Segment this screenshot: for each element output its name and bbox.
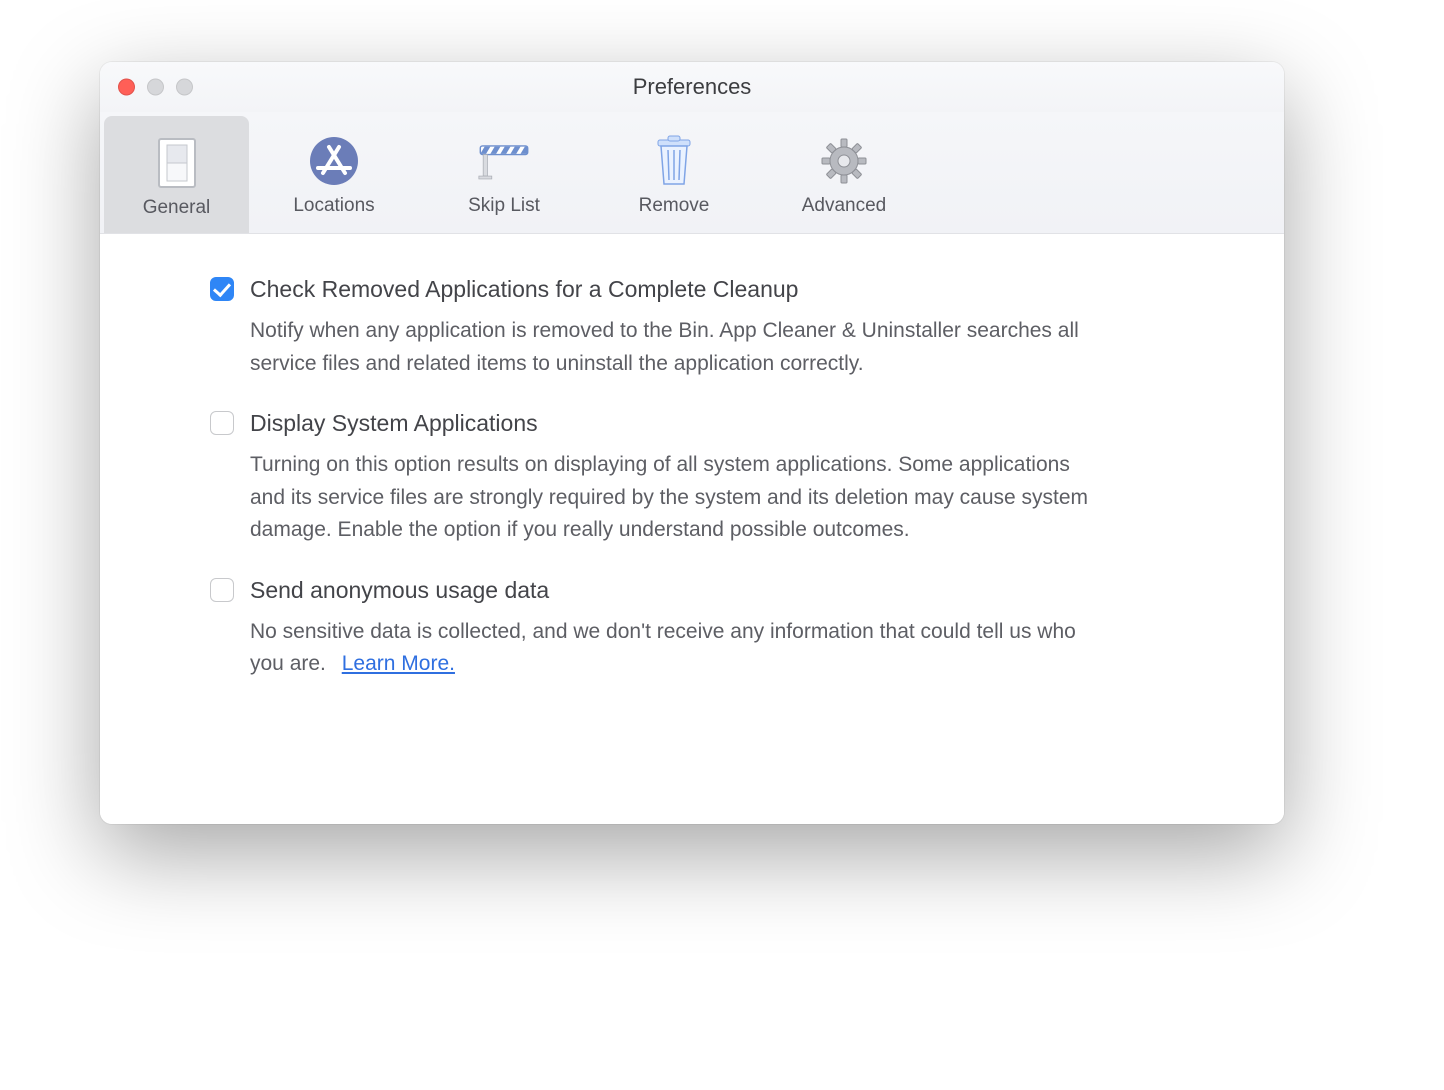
preferences-window: Preferences General	[100, 62, 1284, 824]
minimize-window-button[interactable]	[147, 79, 164, 96]
tab-label: Advanced	[802, 195, 887, 217]
option-description: Turning on this option results on displa…	[250, 449, 1100, 547]
tab-remove[interactable]: Remove	[589, 112, 759, 233]
tab-advanced[interactable]: Advanced	[759, 112, 929, 233]
window-title: Preferences	[633, 74, 752, 100]
window-controls	[118, 79, 193, 96]
option-display-system-apps: Display System Applications Turning on t…	[210, 408, 1184, 547]
option-send-usage-data: Send anonymous usage data No sensitive d…	[210, 575, 1184, 681]
checkbox-send-usage-data[interactable]	[210, 578, 234, 602]
tab-locations[interactable]: Locations	[249, 112, 419, 233]
trash-icon	[646, 133, 702, 189]
option-title: Check Removed Applications for a Complet…	[250, 274, 1184, 305]
general-pane: Check Removed Applications for a Complet…	[100, 234, 1284, 824]
tab-label: General	[143, 197, 211, 219]
learn-more-link[interactable]: Learn More.	[342, 652, 455, 675]
close-window-button[interactable]	[118, 79, 135, 96]
option-title: Send anonymous usage data	[250, 575, 1184, 606]
tab-label: Skip List	[468, 195, 540, 217]
option-title: Display System Applications	[250, 408, 1184, 439]
option-check-removed-apps: Check Removed Applications for a Complet…	[210, 274, 1184, 380]
checkbox-display-system-apps[interactable]	[210, 411, 234, 435]
checkbox-check-removed-apps[interactable]	[210, 277, 234, 301]
zoom-window-button[interactable]	[176, 79, 193, 96]
switch-icon	[149, 135, 205, 191]
tab-skip-list[interactable]: Skip List	[419, 112, 589, 233]
appstore-icon	[306, 133, 362, 189]
option-description: No sensitive data is collected, and we d…	[250, 616, 1100, 681]
barrier-icon	[476, 133, 532, 189]
titlebar: Preferences	[100, 62, 1284, 112]
toolbar: General Locations	[100, 112, 1284, 234]
tab-label: Locations	[293, 195, 374, 217]
gear-icon	[816, 133, 872, 189]
option-description: Notify when any application is removed t…	[250, 315, 1100, 380]
tab-label: Remove	[639, 195, 710, 217]
tab-general[interactable]: General	[104, 116, 249, 233]
